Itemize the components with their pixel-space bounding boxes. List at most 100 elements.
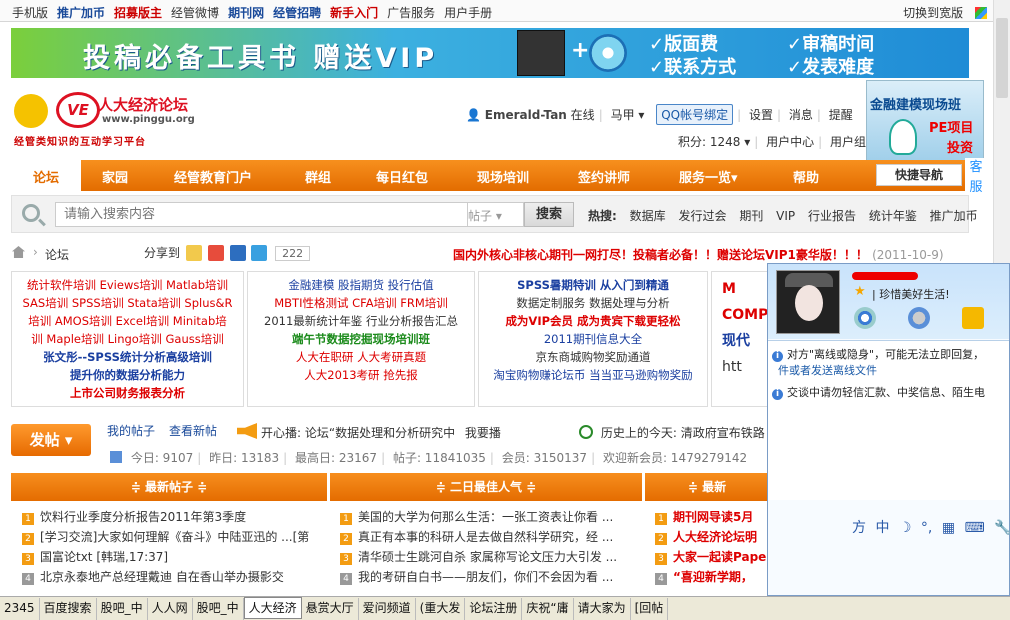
promo-link[interactable]: 数据定制服务 数据处理与分析	[479, 294, 707, 312]
hot-term[interactable]: 数据库	[630, 209, 666, 223]
broadcast-action[interactable]: 我要播	[465, 426, 501, 440]
taskbar-item[interactable]: 论坛注册	[465, 598, 523, 620]
list-item-title[interactable]: 人大经济论坛明	[673, 530, 757, 544]
taskbar-item[interactable]: 庆祝“庸	[522, 598, 574, 620]
list-item[interactable]: 1 饮料行业季度分析报告2011年第3季度	[22, 507, 322, 527]
customer-service-tab[interactable]: 客服	[965, 158, 987, 200]
ime-settings-icon[interactable]: 🔧	[994, 520, 1010, 536]
list-item-title[interactable]: 大家一起读Pape	[673, 550, 766, 564]
send-file-icon[interactable]	[962, 307, 984, 329]
taskbar-item[interactable]: 2345	[0, 598, 40, 620]
hot-term[interactable]: 行业报告	[808, 209, 856, 223]
avatar[interactable]	[776, 270, 840, 334]
nav-item-forum[interactable]: 论坛	[11, 160, 81, 191]
taskbar-item[interactable]: 爱问频道	[359, 598, 416, 620]
remind-link[interactable]: 提醒	[829, 108, 853, 122]
send-offline-file-link[interactable]: 发送离线文件	[811, 364, 877, 377]
taskbar-item[interactable]: 百度搜索	[40, 598, 97, 620]
username[interactable]: Emerald-Tan	[485, 108, 567, 122]
announcement[interactable]: 国内外核心非核心期刊一网打尽！投稿者必备！！赠送论坛VIP1豪华版！！！ (20…	[453, 246, 944, 263]
nav-item-red-packet[interactable]: 每日红包	[376, 167, 428, 186]
points-link[interactable]: 积分: 1248	[678, 135, 740, 149]
list-item[interactable]: 1 美国的大学为何那么生活：一张工资表让你看 ...	[340, 507, 638, 527]
top-link[interactable]: 广告服务	[387, 6, 435, 20]
new-post-button[interactable]: 发帖 ▾	[11, 424, 91, 456]
promo-link[interactable]: 培训 AMOS培训 Excel培训 Minitab培	[12, 312, 243, 330]
list-item-title[interactable]: 清华硕士生跳河自杀 家属称写论文压力大引发 ...	[358, 550, 617, 564]
list-item-title[interactable]: 国富论txt [韩瑞,17:37]	[40, 550, 168, 564]
nav-item-education[interactable]: 经管教育门户	[174, 167, 252, 186]
user-center-link[interactable]: 用户中心	[766, 135, 814, 149]
top-link[interactable]: 新手入门	[330, 6, 378, 20]
promo-link[interactable]: 金融建模 股指期货 投行估值	[248, 276, 474, 294]
promo-link[interactable]: 淘宝购物赚论坛币 当当亚马逊购物奖励	[479, 366, 707, 384]
list-item-title[interactable]: 期刊网导读5月	[673, 510, 753, 524]
nav-item-training[interactable]: 现场培训	[477, 167, 529, 186]
top-link[interactable]: 期刊网	[228, 6, 264, 20]
promo-link[interactable]: 成为VIP会员 成为贵宾下载更轻松	[479, 312, 707, 330]
list-item[interactable]: 4 “喜迎新学期，	[655, 567, 767, 587]
list-item-title[interactable]: “喜迎新学期，	[673, 570, 753, 584]
list-item[interactable]: 1 期刊网导读5月	[655, 507, 767, 527]
broadcast-text[interactable]: 论坛“数据处理和分析研究中	[305, 426, 455, 440]
history-text[interactable]: 清政府宣布铁路	[681, 426, 765, 440]
list-item[interactable]: 4 北京永泰地产总经理戴迪 自在香山举办摄影交	[22, 567, 322, 587]
promo-link[interactable]: M	[722, 276, 768, 302]
taskbar-item[interactable]: 人人网	[148, 598, 193, 620]
online-status[interactable]: 在线	[571, 108, 595, 122]
hot-term[interactable]: 统计年鉴	[869, 209, 917, 223]
nav-item-services[interactable]: 服务一览▾	[679, 167, 738, 186]
promo-link[interactable]: 统计软件培训 Eviews培训 Matlab培训	[12, 276, 243, 294]
list-item[interactable]: 2 [学习交流]大家如何理解《奋斗》中陆亚迅的 ...[第	[22, 527, 322, 547]
tencent-share-icon[interactable]	[251, 245, 268, 261]
nav-item-lecturers[interactable]: 签约讲师	[578, 167, 630, 186]
switch-width[interactable]: 切换到宽版	[903, 4, 987, 21]
promo-link[interactable]: 京东商城购物奖励通道	[479, 348, 707, 366]
hot-term[interactable]: 期刊	[739, 209, 763, 223]
promo-link[interactable]: 上市公司财务报表分析	[12, 384, 243, 402]
my-posts-link[interactable]: 我的帖子	[107, 422, 155, 439]
promo-link[interactable]: 提升你的数据分析能力	[12, 366, 243, 384]
taskbar-item[interactable]: 人大经济	[243, 597, 302, 619]
video-call-icon[interactable]	[854, 307, 876, 329]
list-item[interactable]: 2 真正有本事的科研人是去做自然科学研究，经 ...	[340, 527, 638, 547]
switch-width-label[interactable]: 切换到宽版	[903, 6, 963, 20]
site-logo[interactable]: VE 人大经济论坛 www.pinggu.org 经管类知识的互动学习平台	[14, 88, 214, 148]
promo-link[interactable]: 现代	[722, 328, 768, 354]
top-link[interactable]: 推广加币	[57, 6, 105, 20]
list-item[interactable]: 2 人大经济论坛明	[655, 527, 767, 547]
qzone-share-icon[interactable]	[185, 245, 202, 261]
list-item[interactable]: 4 我的考研自白书——朋友们，你们不会因为看 ...	[340, 567, 638, 587]
top-link[interactable]: 招募版主	[114, 6, 162, 20]
hot-term[interactable]: 推广加币	[930, 209, 978, 223]
promo-link[interactable]: 端午节数据挖掘现场培训班	[248, 330, 474, 348]
list-item[interactable]: 3 国富论txt [韩瑞,17:37]	[22, 547, 322, 567]
promo-link[interactable]: SPSS暑期特训 从入门到精通	[479, 276, 707, 294]
qq-bind-button[interactable]: QQ帐号绑定	[656, 104, 734, 125]
breadcrumb-forum[interactable]: 论坛	[45, 246, 69, 263]
taskbar-item[interactable]: [回帖	[631, 598, 669, 620]
ime-grid-icon[interactable]: ▦	[942, 520, 955, 536]
list-item[interactable]: 3 清华硕士生跳河自杀 家属称写论文压力大引发 ...	[340, 547, 638, 567]
list-item-title[interactable]: 真正有本事的科研人是去做自然科学研究，经 ...	[358, 530, 613, 544]
list-item-title[interactable]: 北京永泰地产总经理戴迪 自在香山举办摄影交	[40, 570, 284, 584]
promo-link[interactable]: MBTI性格测试 CFA培训 FRM培训	[248, 294, 474, 312]
latest-posts-link[interactable]: 查看新帖	[169, 422, 217, 439]
promo-banner[interactable]: 投稿必备工具书 赠送VIP + ✓版面费 ✓审稿时间 ✓联系方式 ✓发表难度	[11, 28, 969, 78]
hot-term[interactable]: 发行过会	[678, 209, 726, 223]
promo-link[interactable]: SAS培训 SPSS培训 Stata培训 Splus&R	[12, 294, 243, 312]
stat-welcome[interactable]: 欢迎新会员: 1479279142	[603, 451, 747, 465]
settings-link[interactable]: 设置	[749, 108, 773, 122]
top-link[interactable]: 经管微博	[171, 6, 219, 20]
top-link[interactable]: 用户手册	[444, 6, 492, 20]
promo-link[interactable]: 2011最新统计年鉴 行业分析报告汇总	[248, 312, 474, 330]
promo-link[interactable]: COMP	[722, 302, 768, 328]
messages-link[interactable]: 消息	[789, 108, 813, 122]
ime-punct-icon[interactable]: °,	[921, 520, 932, 536]
taskbar-item[interactable]: 股吧_中	[193, 598, 244, 620]
announcement-text[interactable]: 国内外核心非核心期刊一网打尽！投稿者必备！！赠送论坛VIP1豪华版！！！	[453, 248, 868, 262]
promo-link[interactable]: htt	[722, 354, 768, 380]
renren-share-icon[interactable]	[229, 245, 246, 261]
list-item-title[interactable]: [学习交流]大家如何理解《奋斗》中陆亚迅的 ...[第	[40, 530, 309, 544]
quick-nav-button[interactable]: 快捷导航	[876, 164, 962, 186]
